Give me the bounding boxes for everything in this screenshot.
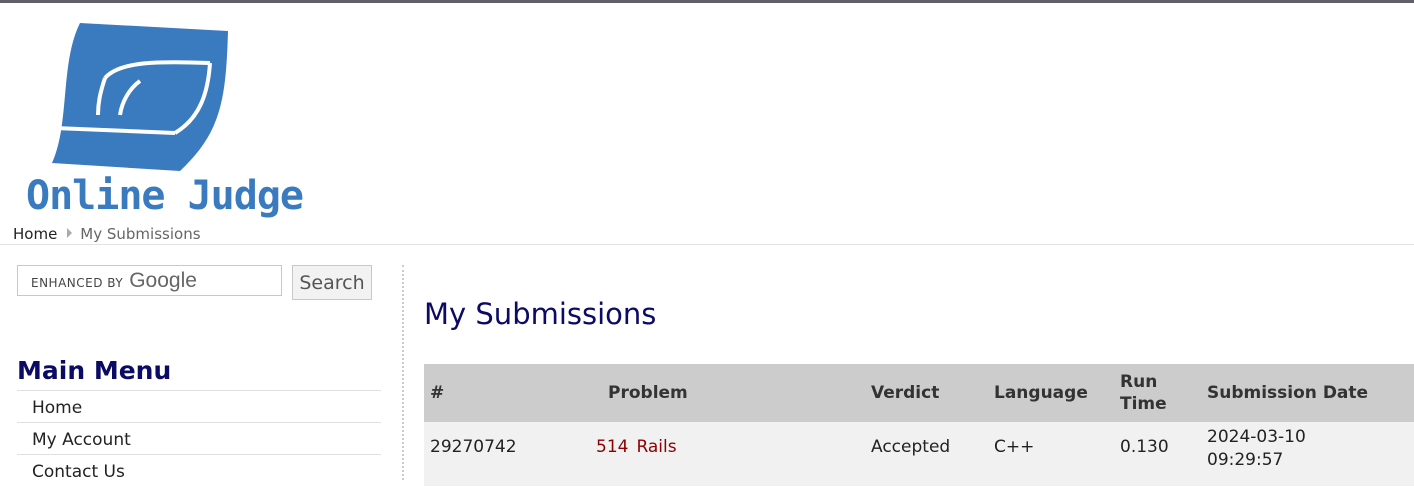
problem-number: 514 [596,437,629,457]
menu-item-my-account[interactable]: My Account [17,422,381,454]
submission-date: 2024-03-10 09:29:57 [1201,422,1414,486]
search-input[interactable]: ENHANCED BY Google [17,265,282,296]
google-branding: ENHANCED BY Google [31,269,197,293]
verdict: Accepted [865,422,988,486]
column-header-language: Language [988,364,1114,422]
column-header-run-time: Run Time [1114,364,1201,422]
run-time-line1: Run [1120,372,1158,392]
logo-text: Online Judge [26,173,304,219]
google-wordmark: Google [129,269,197,292]
table-row: 29270742 514 Rails Accepted C++ 0.130 202… [424,422,1414,486]
column-header-verdict: Verdict [865,364,988,422]
run-time: 0.130 [1114,422,1201,486]
column-header-problem: Problem [560,364,865,422]
breadcrumb: Home My Submissions [13,225,201,243]
column-header-id: # [424,364,560,422]
problem-cell: 514 Rails [560,422,865,486]
breadcrumb-current: My Submissions [80,225,201,243]
submission-date-time: 09:29:57 [1207,450,1284,470]
column-divider [402,265,404,480]
language: C++ [988,422,1114,486]
menu-item-home[interactable]: Home [17,390,381,422]
menu-item-contact-us[interactable]: Contact Us [17,454,381,486]
breadcrumb-separator-icon [67,228,73,238]
run-time-line2: Time [1120,394,1167,414]
main-menu: Home My Account Contact Us [17,390,381,486]
submission-date-day: 2024-03-10 [1207,427,1306,447]
submissions-table: # Problem Verdict Language Run Time Submi… [424,364,1414,486]
breadcrumb-home-link[interactable]: Home [13,225,57,243]
search-button[interactable]: Search [292,265,372,300]
site-header: Online Judge Home My Submissions [0,3,1414,245]
problem-link[interactable]: Rails [636,437,676,457]
submission-id: 29270742 [424,422,560,486]
page-title: My Submissions [424,297,657,331]
online-judge-logo-icon [52,23,228,171]
column-header-submission-date: Submission Date [1201,364,1414,422]
table-header-row: # Problem Verdict Language Run Time Submi… [424,364,1414,422]
main-menu-title: Main Menu [17,356,172,385]
search-branding-prefix: ENHANCED BY [31,276,124,290]
site-logo[interactable]: Online Judge [22,23,304,233]
